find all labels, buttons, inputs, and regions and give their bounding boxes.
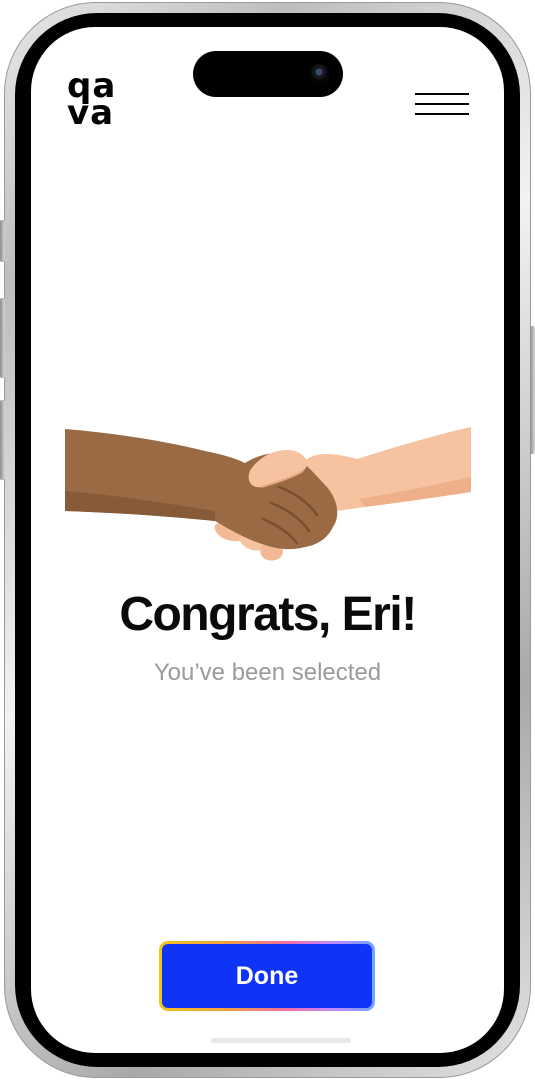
home-indicator <box>211 1038 351 1043</box>
logo-line-2: va <box>67 93 115 133</box>
app-screen: qa va Congrats, Eri! You’ve been selecte… <box>31 27 504 1053</box>
volume-down-button <box>0 400 5 480</box>
selected-subtitle: You’ve been selected <box>153 659 382 686</box>
action-button <box>0 220 5 262</box>
phone-bezel: qa va Congrats, Eri! You’ve been selecte… <box>15 13 520 1067</box>
handshake-illustration <box>65 427 471 561</box>
hamburger-menu-icon[interactable] <box>415 93 469 117</box>
congrats-title: Congrats, Eri! <box>119 588 417 641</box>
dynamic-island <box>193 51 343 97</box>
qava-logo: qa va <box>67 69 127 133</box>
power-button <box>530 326 535 454</box>
done-button-border[interactable]: Done <box>159 941 375 1011</box>
camera-icon <box>310 63 330 83</box>
phone-frame: qa va Congrats, Eri! You’ve been selecte… <box>0 2 535 1078</box>
volume-up-button <box>0 298 5 378</box>
done-button[interactable]: Done <box>162 944 372 1008</box>
